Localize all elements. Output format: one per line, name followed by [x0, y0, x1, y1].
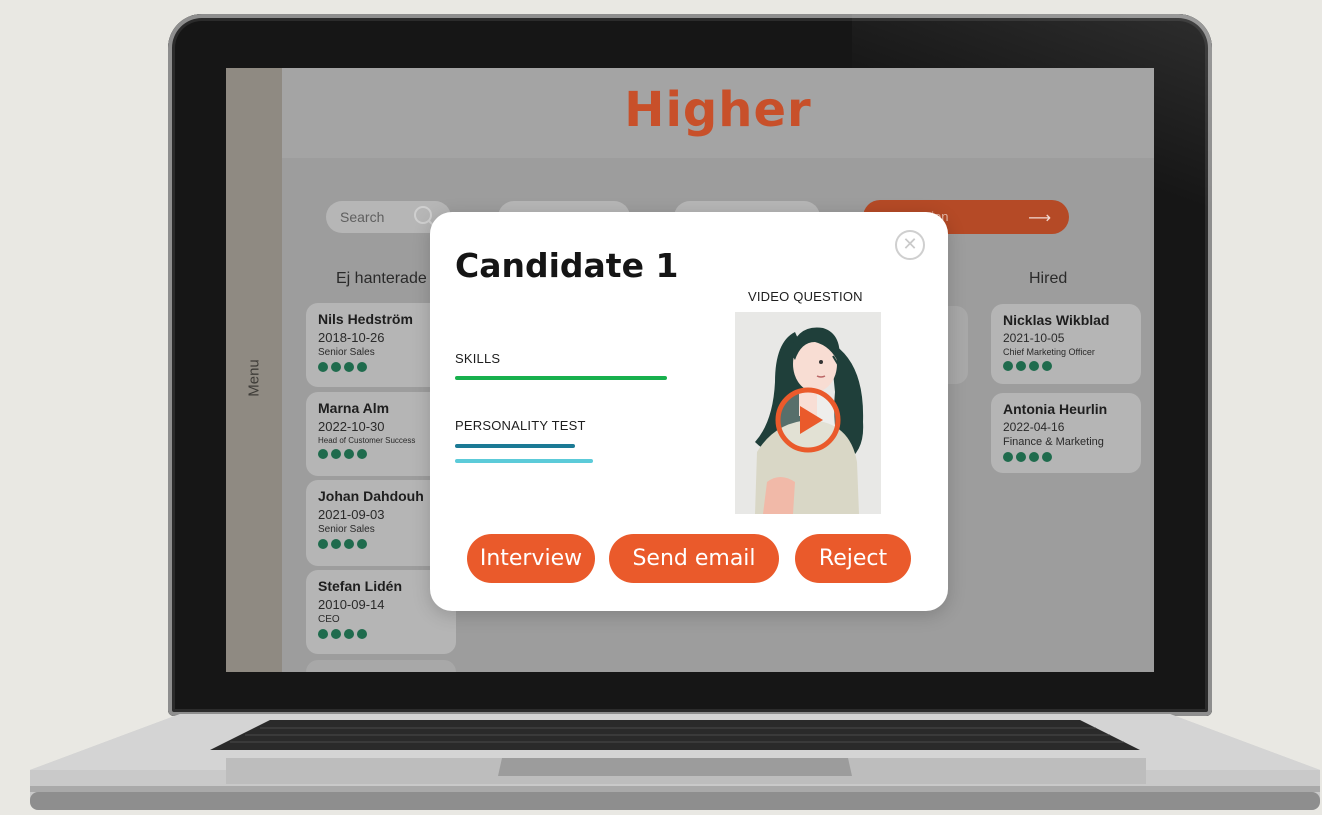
candidate-modal: ✕ Candidate 1 SKILLS PERSONALITY TEST VI…: [430, 212, 948, 611]
candidate-role: Chief Marketing Officer: [1003, 347, 1095, 357]
candidate-name: Nicklas Wikblad: [1003, 312, 1110, 328]
status-dots: [1003, 452, 1141, 462]
candidate-role: Finance & Marketing: [1003, 436, 1104, 448]
interview-button[interactable]: Interview: [467, 534, 595, 583]
menu-label: Menu: [245, 359, 263, 397]
laptop-base: [30, 712, 1320, 812]
personality-bar-1: [455, 444, 575, 448]
higher-logo: Higher: [624, 82, 812, 138]
send-email-button[interactable]: Send email: [609, 534, 779, 583]
search-placeholder: Search: [340, 209, 385, 225]
candidate-card[interactable]: Nicklas Wikblad 2021-10-05 Chief Marketi…: [991, 304, 1141, 384]
column-header-hired: Hired: [1029, 270, 1068, 287]
candidate-date: 2021-10-05: [1003, 331, 1065, 345]
arrow-right-icon: ⟶: [1028, 210, 1051, 227]
play-icon[interactable]: [773, 385, 843, 455]
reject-button[interactable]: Reject: [795, 534, 911, 583]
personality-bar-2: [455, 459, 593, 463]
video-thumbnail[interactable]: [735, 312, 881, 514]
candidate-date: 2022-04-16: [1003, 420, 1065, 434]
video-question-label: VIDEO QUESTION: [748, 289, 863, 304]
skills-bar: [455, 376, 667, 380]
status-dots: [1003, 361, 1141, 371]
side-menu[interactable]: Menu: [226, 68, 282, 672]
skills-label: SKILLS: [455, 351, 501, 366]
candidate-name: Antonia Heurlin: [1003, 401, 1108, 417]
laptop-base-shape: [30, 714, 1320, 810]
column-header-unhandled: Ej hanterade: [336, 270, 427, 287]
candidate-title: Candidate 1: [455, 246, 679, 285]
personality-test-label: PERSONALITY TEST: [455, 418, 586, 433]
candidate-role: CEO: [318, 614, 340, 625]
status-dots: [318, 629, 456, 639]
candidate-card-partial[interactable]: [306, 660, 456, 672]
candidate-card[interactable]: Antonia Heurlin 2022-04-16 Finance & Mar…: [991, 393, 1141, 473]
app-header: Higher: [282, 68, 1154, 158]
close-icon[interactable]: ✕: [895, 230, 925, 260]
